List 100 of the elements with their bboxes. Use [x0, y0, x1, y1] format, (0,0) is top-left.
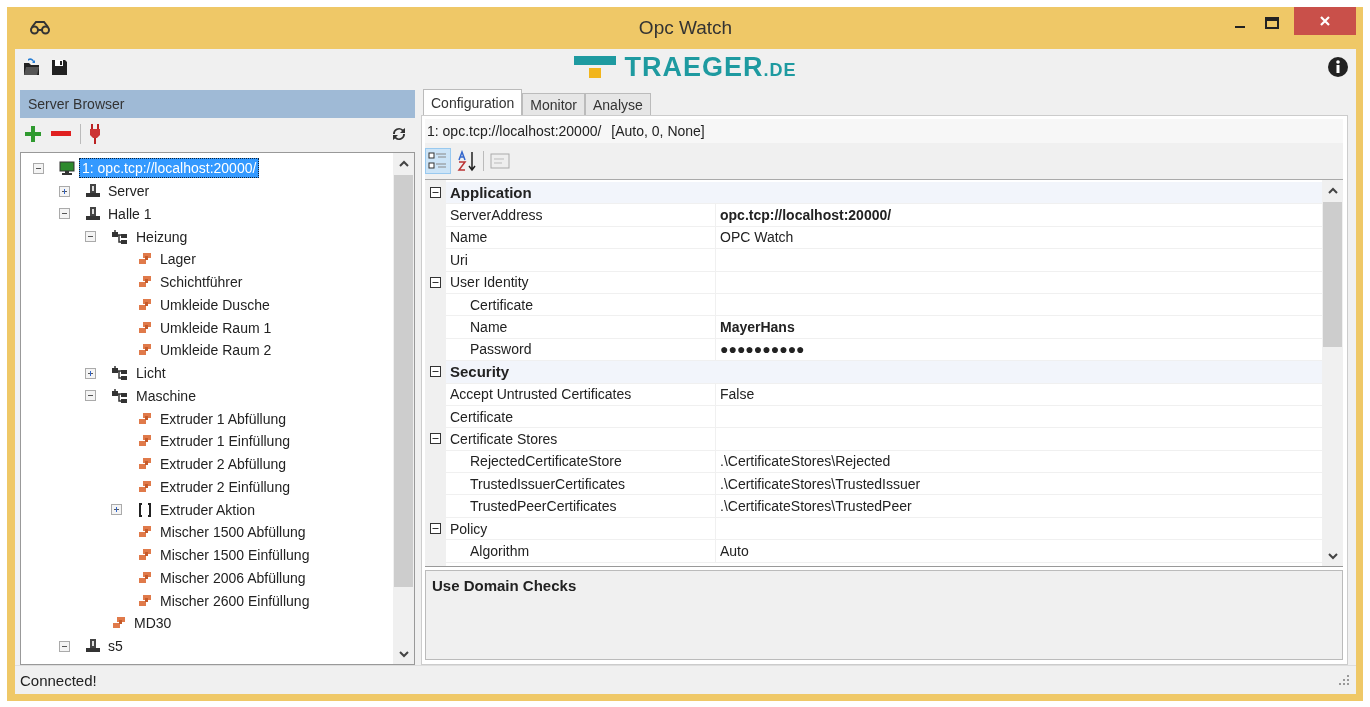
tree-item[interactable]: Heizung — [133, 226, 191, 247]
tab[interactable]: Monitor — [522, 93, 585, 115]
variable-icon — [137, 478, 153, 495]
expander-icon[interactable] — [430, 523, 441, 535]
tree-item[interactable]: Mischer 1500 Einfüllung — [157, 545, 313, 566]
expander-icon[interactable] — [85, 231, 96, 243]
expander-icon[interactable] — [85, 367, 96, 379]
property-name: Uri — [450, 251, 468, 268]
tree-item[interactable]: s5 — [105, 636, 126, 657]
variable-icon — [137, 569, 153, 586]
expander-icon[interactable] — [430, 366, 441, 378]
computer-icon — [85, 205, 101, 222]
expander-icon[interactable] — [59, 208, 70, 220]
property-name: Name — [470, 319, 508, 336]
window-title: Opc Watch — [638, 17, 733, 39]
tree-item[interactable]: Extruder 2 Abfüllung — [157, 454, 290, 475]
monitor-icon — [59, 160, 75, 177]
remove-icon[interactable] — [51, 131, 71, 137]
open-folder-icon[interactable] — [23, 58, 41, 76]
maximize-icon — [1265, 17, 1279, 29]
hierarchy-icon — [111, 387, 129, 404]
computer-icon — [85, 183, 101, 200]
tree-item[interactable]: MD30 — [131, 613, 175, 634]
computer-icon — [85, 638, 101, 655]
property-name: Name — [450, 229, 488, 246]
scroll-down-icon[interactable] — [1327, 553, 1338, 560]
server-address: 1: opc.tcp://localhost:20000/ — [427, 123, 602, 139]
tab[interactable]: Configuration — [423, 89, 523, 115]
expander-icon[interactable] — [85, 390, 96, 402]
tree-item[interactable]: Mischer 2600 Einfüllung — [157, 590, 313, 611]
property-name: Policy — [450, 520, 488, 537]
categorized-button[interactable] — [425, 148, 451, 174]
expander-icon[interactable] — [111, 504, 122, 516]
property-name: User Identity — [450, 274, 529, 291]
tree-item[interactable]: Server — [105, 181, 153, 202]
panel-header: Server Browser — [20, 90, 415, 118]
minimize-icon — [1235, 26, 1245, 28]
scrollbar[interactable] — [1322, 180, 1343, 566]
resize-grip-icon[interactable] — [1339, 674, 1350, 686]
tree-item[interactable]: Schichtführer — [157, 272, 246, 293]
hierarchy-icon — [111, 365, 129, 382]
tab[interactable]: Analyse — [584, 93, 651, 115]
tree-item[interactable]: Halle 1 — [105, 203, 155, 224]
property-name: TrustedIssuerCertificates — [470, 475, 626, 492]
glasses-icon — [29, 21, 51, 35]
property-value: Auto — [720, 542, 749, 559]
tree-item[interactable]: Mischer 1500 Abfüllung — [157, 522, 309, 543]
tree-item[interactable]: Lager — [157, 249, 199, 270]
tree-item[interactable]: Extruder 1 Abfüllung — [157, 408, 290, 429]
tree-item[interactable]: Licht — [133, 363, 169, 384]
variable-icon — [137, 319, 153, 336]
tree-item[interactable]: Umkleide Raum 2 — [157, 340, 275, 361]
property-name: RejectedCertificateStore — [470, 453, 622, 470]
tree-item[interactable]: Extruder 2 Einfüllung — [157, 476, 293, 497]
expander-icon[interactable] — [59, 185, 70, 197]
property-name: Certificate Stores — [450, 431, 558, 447]
property-value: MayerHans — [720, 319, 795, 336]
property-value: .\CertificateStores\TrustedIssuer — [720, 475, 921, 492]
tree-item[interactable]: Mischer 2006 Abfüllung — [157, 567, 309, 588]
property-name: ServerAddress — [450, 207, 543, 224]
tree-item[interactable]: Extruder 1 Einfüllung — [157, 431, 293, 452]
expander-icon[interactable] — [430, 187, 441, 199]
expander-icon[interactable] — [430, 276, 441, 288]
property-value: OPC Watch — [720, 229, 794, 246]
logo-text: TRAEGER.DE — [624, 51, 797, 83]
close-button[interactable] — [1294, 7, 1356, 35]
tree-item[interactable]: Maschine — [133, 385, 199, 406]
scrollbar[interactable] — [393, 153, 414, 664]
close-icon — [1319, 15, 1331, 27]
property-value: ●●●●●●●●●● — [720, 341, 805, 358]
plug-icon[interactable] — [90, 124, 100, 144]
info-icon[interactable] — [1328, 57, 1348, 77]
property-value: .\CertificateStores\TrustedPeer — [720, 498, 912, 515]
property-name: TrustedPeerCertificates — [470, 498, 617, 515]
property-value: False — [720, 386, 755, 403]
property-name: Algorithm — [470, 542, 530, 559]
scroll-up-icon[interactable] — [398, 160, 409, 167]
expander-icon[interactable] — [33, 162, 44, 174]
brackets-icon — [137, 501, 153, 518]
variable-icon — [137, 592, 153, 609]
property-name: Accept Untrusted Certificates — [450, 386, 632, 403]
scroll-down-icon[interactable] — [398, 651, 409, 658]
add-icon[interactable] — [24, 125, 42, 143]
property-name: Certificate — [470, 296, 534, 313]
property-value: .\CertificateStores\Rejected — [720, 453, 891, 470]
tree-item[interactable]: Umkleide Dusche — [157, 294, 273, 315]
expander-icon[interactable] — [59, 640, 70, 652]
save-icon[interactable] — [51, 58, 68, 76]
tree-item[interactable]: Umkleide Raum 1 — [157, 317, 275, 338]
status-text: Connected! — [20, 671, 97, 689]
logo-mark-icon — [574, 54, 617, 80]
expander-icon[interactable] — [430, 433, 441, 445]
connection-settings: [Auto, 0, None] — [611, 123, 705, 139]
category-label: Application — [449, 184, 532, 202]
scroll-up-icon[interactable] — [1327, 187, 1338, 194]
tree-item[interactable]: Extruder Aktion — [157, 499, 258, 520]
description-title: Use Domain Checks — [432, 577, 577, 594]
property-name: Certificate — [450, 408, 514, 425]
category-label: Security — [449, 363, 510, 381]
refresh-icon[interactable] — [391, 126, 407, 142]
